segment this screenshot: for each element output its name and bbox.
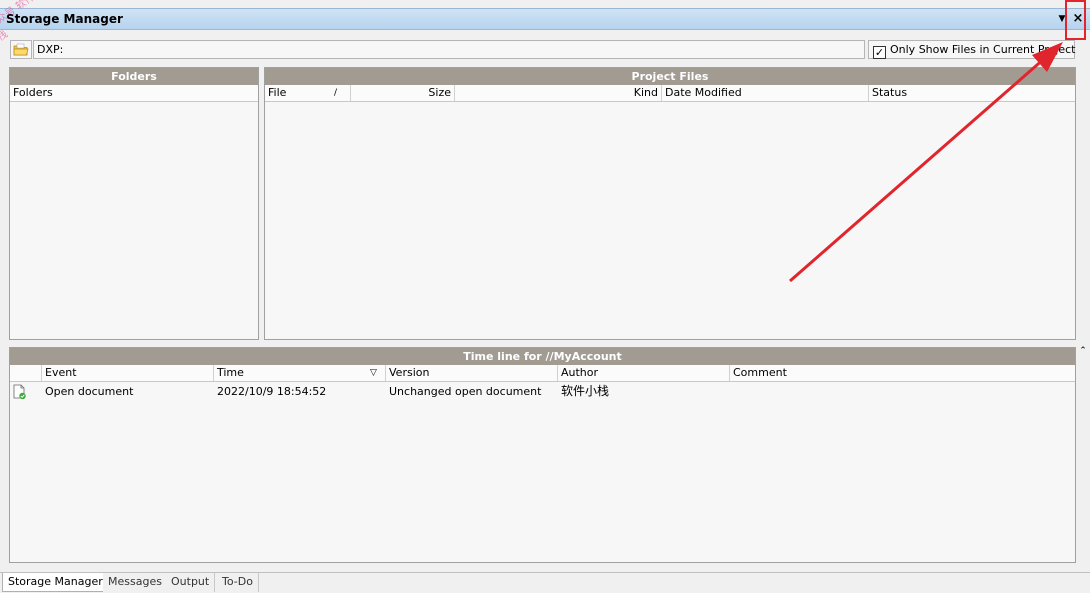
bottom-tab-bar: Storage Manager Messages Output To-Do xyxy=(0,572,1090,593)
column-header-kind[interactable]: Kind xyxy=(455,85,662,101)
collapse-up-icon[interactable]: ⌃ xyxy=(1078,346,1088,356)
column-header-comment[interactable]: Comment xyxy=(730,365,1075,381)
timeline-panel-header: Time line for //MyAccount xyxy=(10,348,1075,365)
column-header-event[interactable]: Event xyxy=(42,365,214,381)
browse-folder-button[interactable] xyxy=(10,40,32,59)
sort-indicator-icon: / xyxy=(334,88,338,98)
column-header-file[interactable]: File / xyxy=(265,85,351,101)
column-time-label: Time xyxy=(217,366,244,379)
column-header-date-modified[interactable]: Date Modified xyxy=(662,85,869,101)
column-header-status[interactable]: Status xyxy=(869,85,1075,101)
tab-output[interactable]: Output xyxy=(166,573,216,592)
column-header-icon xyxy=(10,365,42,381)
timeline-row[interactable]: Open document 2022/10/9 18:54:52 Unchang… xyxy=(10,383,1075,400)
path-field[interactable]: DXP: xyxy=(33,40,865,59)
tab-to-do[interactable]: To-Do xyxy=(217,573,259,592)
only-show-label: Only Show Files in Current Project xyxy=(890,43,1076,56)
version-cell: Unchanged open document xyxy=(389,385,542,398)
tab-storage-manager[interactable]: Storage Manager xyxy=(2,573,109,592)
timeline-panel: Time line for //MyAccount Event Time ▽ V… xyxy=(9,347,1076,563)
folders-panel-header: Folders xyxy=(10,68,258,85)
folder-icon xyxy=(13,43,29,56)
event-cell: Open document xyxy=(45,385,134,398)
sort-descending-icon: ▽ xyxy=(370,368,377,378)
column-header-folders[interactable]: Folders xyxy=(10,85,258,101)
checkbox-checked-icon[interactable]: ✓ xyxy=(873,46,886,59)
only-show-current-project-checkbox[interactable]: ✓ Only Show Files in Current Project xyxy=(868,40,1075,59)
timeline-column-header: Event Time ▽ Version Author Comment xyxy=(10,365,1075,382)
column-header-version[interactable]: Version xyxy=(386,365,558,381)
tab-messages[interactable]: Messages xyxy=(103,573,168,592)
window-titlebar: Storage Manager ▼ × xyxy=(0,8,1090,30)
annotation-highlight-box xyxy=(1065,0,1086,40)
column-header-author[interactable]: Author xyxy=(558,365,730,381)
time-cell: 2022/10/9 18:54:52 xyxy=(217,385,327,398)
project-files-column-header: File / Size Kind Date Modified Status xyxy=(265,85,1075,102)
author-cell: 软件小栈 xyxy=(561,384,610,398)
folders-column-header: Folders xyxy=(10,85,258,102)
project-files-panel-header: Project Files xyxy=(265,68,1075,85)
column-header-time[interactable]: Time ▽ xyxy=(214,365,386,381)
column-header-size[interactable]: Size xyxy=(351,85,455,101)
column-file-label: File xyxy=(268,86,287,99)
folders-panel: Folders Folders xyxy=(9,67,259,340)
project-files-panel: Project Files File / Size Kind Date Modi… xyxy=(264,67,1076,340)
document-opened-icon xyxy=(13,384,26,400)
